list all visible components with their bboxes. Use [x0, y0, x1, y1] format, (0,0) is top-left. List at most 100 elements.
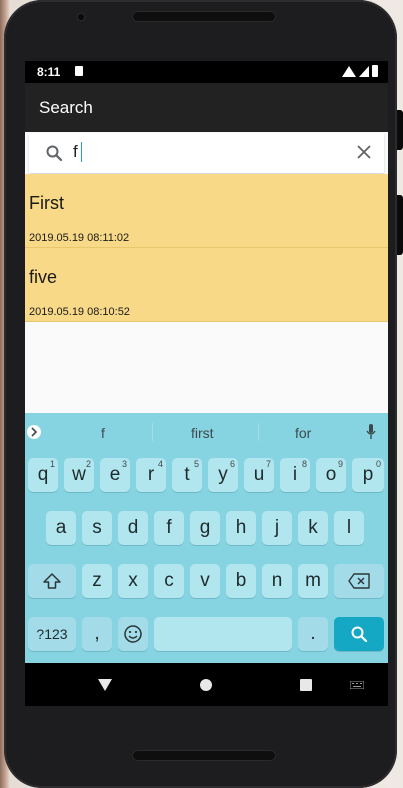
status-icons [342, 65, 378, 77]
key-f[interactable]: f [154, 511, 184, 545]
key-label: e [109, 464, 121, 485]
search-box[interactable] [29, 133, 384, 173]
list-item[interactable]: First 2019.05.19 08:11:02 [25, 174, 388, 248]
key-l[interactable]: l [334, 511, 364, 545]
key-d[interactable]: d [118, 511, 148, 545]
key-x[interactable]: x [118, 564, 148, 598]
search-icon [46, 145, 63, 162]
screen: 8:11 Search f First 2019.05.19 08:11:02 … [25, 61, 388, 706]
keyboard-switch-icon[interactable] [350, 681, 364, 689]
key-hint: 9 [337, 459, 343, 469]
volume-button [397, 195, 403, 255]
status-bar: 8:11 [25, 61, 388, 83]
search-input[interactable] [73, 141, 343, 163]
key-hint: 6 [229, 459, 235, 469]
sd-card-icon [75, 66, 83, 76]
key-r[interactable]: r4 [136, 458, 166, 492]
note-date: 2019.05.19 08:10:52 [29, 306, 130, 318]
key-w[interactable]: w2 [64, 458, 94, 492]
note-date: 2019.05.19 08:11:02 [29, 232, 130, 244]
key-label: w [72, 464, 86, 485]
chevron-right-icon[interactable] [27, 425, 41, 439]
key-p[interactable]: p0 [352, 458, 384, 492]
front-camera [76, 12, 86, 22]
key-hint: 7 [265, 459, 271, 469]
emoji-key[interactable] [118, 617, 148, 651]
notes-list: First 2019.05.19 08:11:02 five 2019.05.1… [25, 174, 388, 322]
shift-icon [43, 573, 61, 589]
space-key[interactable] [154, 617, 292, 651]
key-hint: 5 [193, 459, 199, 469]
page-title: Search [39, 98, 93, 117]
key-h[interactable]: h [226, 511, 256, 545]
backspace-icon [348, 573, 370, 589]
microphone-icon[interactable] [366, 424, 376, 440]
note-title: five [29, 267, 58, 287]
key-label: r [147, 464, 155, 485]
backspace-key[interactable] [334, 564, 384, 598]
search-key[interactable] [334, 617, 384, 651]
list-item[interactable]: five 2019.05.19 08:10:52 [25, 248, 388, 322]
home-icon[interactable] [200, 679, 212, 691]
key-e[interactable]: e3 [100, 458, 130, 492]
key-label: u [253, 464, 265, 485]
signal-icon [359, 65, 369, 77]
comma-key[interactable]: , [82, 617, 112, 651]
key-u[interactable]: u7 [244, 458, 274, 492]
bottom-speaker [132, 750, 276, 761]
top-speaker [132, 11, 276, 22]
key-row-2: a s d f g h j k l [25, 511, 388, 548]
soft-keyboard: f first for q1 w2 e3 r4 t5 y6 u7 i8 o 9 … [25, 413, 388, 663]
shift-key[interactable] [28, 564, 76, 598]
symbols-key[interactable]: ?123 [28, 617, 76, 651]
suggestion-strip: f first for [25, 413, 388, 451]
key-z[interactable]: z [82, 564, 112, 598]
recents-icon[interactable] [300, 679, 312, 691]
key-v[interactable]: v [190, 564, 220, 598]
key-label: o [325, 464, 337, 485]
key-hint: 1 [49, 459, 55, 469]
text-cursor [81, 142, 82, 162]
key-c[interactable]: c [154, 564, 184, 598]
back-icon[interactable] [98, 679, 112, 691]
key-o[interactable]: o9 [316, 458, 346, 492]
key-m[interactable]: m [298, 564, 328, 598]
key-i[interactable]: i8 [280, 458, 310, 492]
search-bar [25, 132, 388, 174]
key-label: i [292, 464, 298, 485]
key-y[interactable]: y6 [208, 458, 238, 492]
key-hint: 0 [375, 459, 381, 469]
key-label: q [37, 464, 49, 485]
key-g[interactable]: g [190, 511, 220, 545]
navigation-bar [25, 663, 388, 706]
key-n[interactable]: n [262, 564, 292, 598]
key-t[interactable]: t5 [172, 458, 202, 492]
suggestion-item[interactable]: f [101, 425, 105, 441]
key-label: y [218, 464, 228, 485]
wifi-icon [342, 65, 356, 77]
key-row-1: q1 w2 e3 r4 t5 y6 u7 i8 o9 p0 [25, 458, 388, 495]
search-icon [351, 626, 368, 643]
key-hint: 8 [301, 459, 307, 469]
period-key[interactable]: . [298, 617, 328, 651]
close-icon[interactable] [356, 144, 372, 160]
key-hint: 4 [157, 459, 163, 469]
key-a[interactable]: a [46, 511, 76, 545]
suggestion-item[interactable]: for [295, 425, 311, 441]
key-hint: 3 [121, 459, 127, 469]
app-bar: Search [25, 83, 388, 132]
battery-icon [372, 65, 378, 77]
key-hint: 2 [85, 459, 91, 469]
suggestion-item[interactable]: first [191, 425, 214, 441]
key-label: t [184, 464, 190, 485]
divider [152, 423, 153, 441]
key-row-4: ?123 , . [25, 617, 388, 654]
note-title: First [29, 193, 64, 213]
key-q[interactable]: q1 [28, 458, 58, 492]
emoji-icon [124, 625, 142, 643]
key-k[interactable]: k [298, 511, 328, 545]
key-j[interactable]: j [262, 511, 292, 545]
power-button [397, 110, 403, 150]
key-s[interactable]: s [82, 511, 112, 545]
key-b[interactable]: b [226, 564, 256, 598]
